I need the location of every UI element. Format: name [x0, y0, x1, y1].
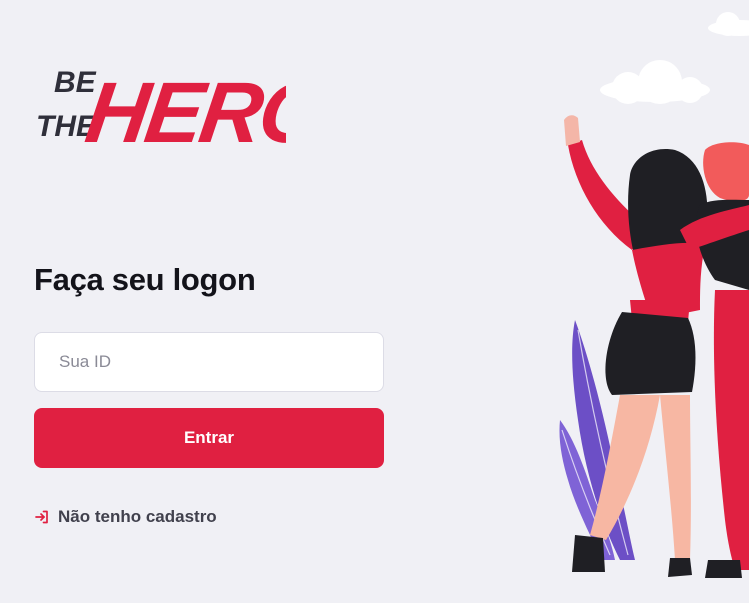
be-the-hero-logo: BE THE HERO [36, 65, 286, 160]
heroes-illustration [559, 12, 749, 578]
logo-hero-text: HERO [80, 65, 286, 160]
register-link[interactable]: Não tenho cadastro [34, 507, 217, 527]
submit-button[interactable]: Entrar [34, 408, 384, 468]
page-title: Faça seu logon [34, 262, 256, 297]
log-in-icon [34, 509, 50, 525]
cloud-shape [600, 60, 710, 104]
cloud-shape [708, 12, 749, 36]
id-input[interactable] [34, 332, 384, 392]
register-link-label: Não tenho cadastro [58, 507, 217, 526]
